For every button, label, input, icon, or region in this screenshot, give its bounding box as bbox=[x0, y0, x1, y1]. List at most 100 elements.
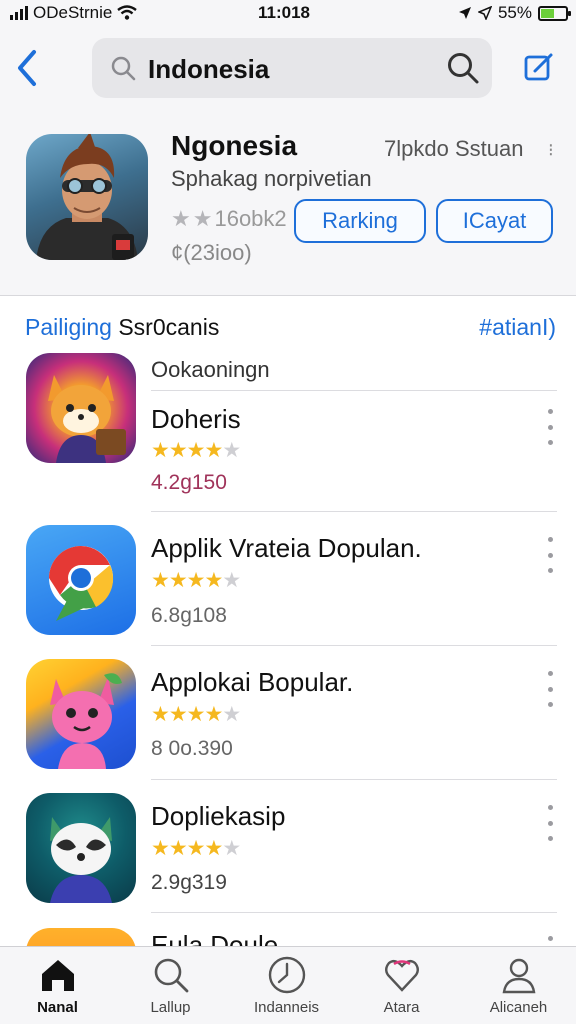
wifi-icon bbox=[117, 5, 138, 20]
person-icon bbox=[502, 958, 535, 994]
star-filled-icon: ★ bbox=[186, 569, 206, 592]
rating-text: 16obk2 bbox=[214, 206, 287, 231]
star-filled-icon: ★ bbox=[204, 569, 223, 592]
status-bar: ODeStrnie 11:018 55% bbox=[0, 0, 576, 26]
section-header: Pailiging Ssr0canis #atianI) bbox=[0, 296, 576, 352]
list-item[interactable]: Applokai Bopular. ★★★★★ 8 0o.390 bbox=[0, 659, 576, 793]
app-name: Applokai Bopular. bbox=[151, 667, 354, 697]
rating-count: 6.8g108 bbox=[151, 604, 227, 627]
app-rating: ★ ★ 16obk2 bbox=[171, 206, 287, 232]
review-count: ¢(23ioo) bbox=[171, 240, 252, 265]
app-name: Eula Doule bbox=[151, 930, 279, 946]
star-empty-icon: ★ bbox=[222, 703, 241, 726]
search-icon bbox=[154, 958, 188, 993]
cat-app-icon bbox=[26, 659, 136, 769]
raccoon-icon bbox=[50, 817, 112, 903]
battery-fill bbox=[541, 8, 555, 18]
cat-icon bbox=[50, 673, 122, 769]
more-options-button[interactable] bbox=[540, 936, 560, 946]
app-name: Doheris bbox=[151, 404, 241, 434]
section-title: Pailiging Ssr0canis bbox=[25, 314, 219, 341]
tab-bar: Nanal Lallup Indanneis Atara Alicaneh bbox=[0, 946, 576, 1024]
tab-label: Atara bbox=[383, 999, 420, 1016]
section-title-rest: Ssr0canis bbox=[118, 314, 220, 340]
status-left: ODeStrnie bbox=[10, 3, 138, 23]
star-filled-icon: ★ bbox=[168, 569, 188, 592]
star-filled-icon: ★ bbox=[151, 569, 170, 592]
tab-label: Lallup bbox=[150, 999, 191, 1016]
more-dots-icon[interactable]: ⁝ bbox=[548, 140, 554, 161]
status-time: 11:018 bbox=[258, 3, 310, 22]
star-empty-icon: ★ bbox=[222, 837, 241, 860]
orange-app-icon bbox=[26, 928, 136, 946]
more-options-button[interactable] bbox=[540, 537, 560, 573]
star-filled-icon: ★ bbox=[186, 439, 206, 462]
more-options-button[interactable] bbox=[540, 805, 560, 841]
list-item[interactable]: Doheris ★★★★★ 4.2g150 bbox=[0, 353, 576, 494]
compose-button[interactable] bbox=[522, 50, 556, 84]
star-filled-icon: ★ bbox=[168, 837, 188, 860]
star-rating: ★★★★★ bbox=[151, 568, 241, 593]
chrome-app-icon bbox=[26, 525, 136, 635]
star-empty-icon: ★ bbox=[222, 569, 241, 592]
icayat-button[interactable]: ICayat bbox=[436, 199, 553, 243]
app-header-card: Ngonesia 7lpkdo Sstuan ⁝ Sphakag norpive… bbox=[0, 110, 576, 296]
battery-percent: 55% bbox=[497, 3, 532, 22]
tab-label: Alicaneh bbox=[489, 999, 548, 1016]
signal-icon bbox=[10, 6, 28, 20]
status-right: 55% bbox=[458, 3, 571, 23]
location-icon bbox=[458, 7, 471, 19]
app-developer[interactable]: 7lpkdo Sstuan bbox=[384, 136, 523, 162]
more-options-button[interactable] bbox=[540, 671, 560, 707]
chevron-left-icon bbox=[18, 50, 36, 86]
tab-clock[interactable]: Indanneis bbox=[229, 947, 344, 1024]
tab-label: Nanal bbox=[37, 999, 78, 1016]
home-icon bbox=[41, 960, 74, 991]
rating-count: 4.2g150 bbox=[151, 471, 227, 494]
star-filled-icon: ★ bbox=[186, 837, 206, 860]
divider bbox=[151, 645, 557, 646]
ranking-button[interactable]: Rarking bbox=[294, 199, 426, 243]
tab-heart[interactable]: Atara bbox=[344, 947, 459, 1024]
browser-icon bbox=[49, 546, 114, 621]
star-rating: ★★★★★ bbox=[151, 438, 241, 463]
search-submit-icon[interactable] bbox=[446, 51, 480, 85]
back-button[interactable] bbox=[12, 48, 44, 88]
more-options-button[interactable] bbox=[540, 409, 560, 445]
list-item[interactable]: Dopliekasip ★★★★★ 2.9g319 bbox=[0, 793, 576, 927]
list-item[interactable]: Applik Vrateia Dopulan. ★★★★★ 6.8g108 bbox=[0, 525, 576, 659]
star-filled-icon: ★ bbox=[186, 703, 206, 726]
search-input[interactable]: Indonesia bbox=[92, 38, 492, 98]
star-filled-icon: ★ bbox=[168, 703, 188, 726]
see-all-link[interactable]: #atianI) bbox=[479, 314, 556, 341]
fox-icon bbox=[48, 375, 126, 463]
app-icon[interactable] bbox=[26, 134, 148, 260]
divider bbox=[151, 912, 557, 913]
app-name: Dopliekasip bbox=[151, 801, 286, 831]
tab-search[interactable]: Lallup bbox=[113, 947, 228, 1024]
star-icon: ★ bbox=[171, 206, 191, 231]
star-filled-icon: ★ bbox=[204, 703, 223, 726]
star-filled-icon: ★ bbox=[151, 439, 170, 462]
battery-icon bbox=[538, 5, 571, 21]
raccoon-app-icon bbox=[26, 793, 136, 903]
heart-icon bbox=[384, 959, 419, 992]
list-item[interactable]: Eula Doule bbox=[0, 928, 576, 946]
star-rating: ★★★★★ bbox=[151, 702, 241, 727]
tab-profile[interactable]: Alicaneh bbox=[461, 947, 576, 1024]
divider bbox=[151, 779, 557, 780]
star-rating: ★★★★★ bbox=[151, 836, 241, 861]
search-query: Indonesia bbox=[148, 54, 270, 84]
tab-home[interactable]: Nanal bbox=[0, 947, 115, 1024]
app-subtitle: Sphakag norpivetian bbox=[171, 166, 372, 191]
character-artwork-icon bbox=[36, 134, 138, 260]
rating-count: 2.9g319 bbox=[151, 871, 227, 894]
search-icon bbox=[111, 56, 136, 81]
top-bar: Indonesia bbox=[0, 26, 576, 110]
compose-icon bbox=[524, 53, 553, 81]
tab-label: Indanneis bbox=[253, 999, 320, 1016]
star-icon: ★ bbox=[192, 206, 213, 231]
star-empty-icon: ★ bbox=[222, 439, 241, 462]
divider bbox=[151, 511, 557, 512]
section-title-highlight: Pailiging bbox=[25, 314, 112, 340]
